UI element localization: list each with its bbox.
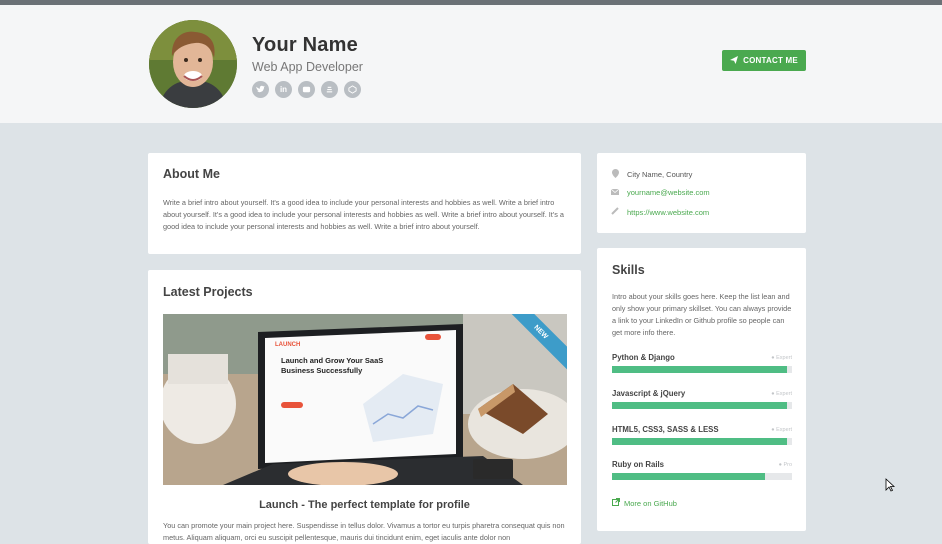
social-links: in (252, 81, 361, 98)
website-link[interactable]: https://www.website.com (627, 208, 709, 217)
skill-bar-fill (612, 366, 787, 373)
location-text: City Name, Country (627, 170, 693, 179)
contact-me-label: CONTACT ME (743, 56, 798, 65)
project-title[interactable]: Launch - The perfect template for profil… (148, 499, 581, 511)
github-icon[interactable] (298, 81, 315, 98)
about-card: About Me Write a brief intro about yours… (148, 153, 581, 254)
about-text: Write a brief intro about yourself. It's… (163, 198, 564, 231)
profile-avatar (149, 20, 237, 108)
skill-name: HTML5, CSS3, SASS & LESS (612, 425, 719, 434)
project-image[interactable]: LAUNCH Launch and Grow Your SaaS Busines… (163, 314, 567, 485)
skill-bar-fill (612, 402, 787, 409)
codepen-icon[interactable] (344, 81, 361, 98)
skill-item: Ruby on Rails ● Pro (612, 460, 792, 480)
skill-bar (612, 473, 792, 480)
screen-headline: Launch and Grow Your SaaS Business Succe… (281, 356, 384, 375)
skill-bar (612, 366, 792, 373)
profile-role: Web App Developer (252, 60, 363, 74)
skill-level: ● Pro (778, 461, 792, 468)
website-row: https://www.website.com (611, 207, 709, 217)
more-on-github-link[interactable]: More on GitHub (612, 498, 677, 508)
skill-level: ● Expert (771, 354, 792, 361)
email-row: yourname@website.com (610, 188, 710, 197)
skill-item: Javascript & jQuery ● Expert (612, 389, 792, 409)
contact-info-card: City Name, Country yourname@website.com … (597, 153, 806, 233)
location-row: City Name, Country (611, 169, 692, 180)
envelope-icon (610, 188, 620, 197)
skill-bar-fill (612, 473, 765, 480)
twitter-icon[interactable] (252, 81, 269, 98)
link-icon (611, 207, 619, 217)
skill-item: HTML5, CSS3, SASS & LESS ● Expert (612, 425, 792, 445)
linkedin-icon[interactable]: in (275, 81, 292, 98)
skill-bar-fill (612, 438, 787, 445)
stackoverflow-icon[interactable] (321, 81, 338, 98)
profile-name: Your Name (252, 34, 358, 56)
github-link-label: More on GitHub (624, 498, 677, 508)
projects-title: Latest Projects (163, 285, 253, 299)
skill-bar (612, 438, 792, 445)
skills-title: Skills (612, 263, 645, 277)
skills-card: Skills Intro about your skills goes here… (597, 248, 806, 531)
external-link-icon (612, 498, 620, 508)
skills-intro: Intro about your skills goes here. Keep … (612, 292, 792, 337)
skill-name: Ruby on Rails (612, 460, 664, 469)
paper-plane-icon (730, 55, 739, 66)
skill-level: ● Expert (771, 426, 792, 433)
map-marker-icon (611, 169, 619, 180)
about-title: About Me (163, 167, 220, 181)
email-link[interactable]: yourname@website.com (627, 188, 710, 197)
skill-name: Javascript & jQuery (612, 389, 686, 398)
skill-item: Python & Django ● Expert (612, 353, 792, 373)
project-description: You can promote your main project here. … (163, 521, 565, 542)
contact-me-button[interactable]: CONTACT ME (722, 50, 806, 71)
profile-header: Your Name Web App Developer in CONTACT M… (0, 5, 942, 123)
new-badge-label: NEW (532, 323, 550, 341)
screen-brand: LAUNCH (275, 342, 300, 348)
skill-level: ● Expert (771, 390, 792, 397)
skill-bar (612, 402, 792, 409)
projects-card: Latest Projects LAUNCH Launch and Grow Y… (148, 270, 581, 544)
mouse-cursor-icon (885, 478, 896, 497)
skill-name: Python & Django (612, 353, 675, 362)
